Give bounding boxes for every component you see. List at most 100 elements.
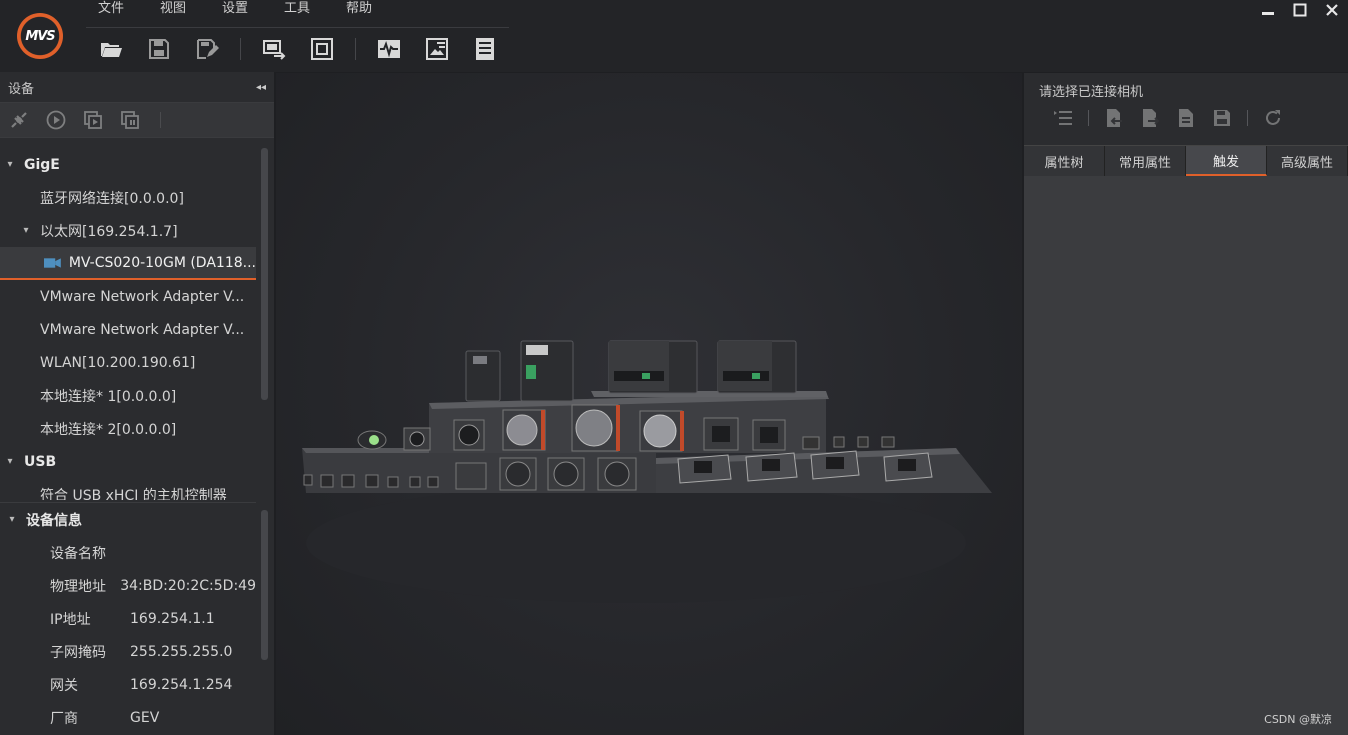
info-row-mac: 物理地址 34:BD:20:2C:5D:49 — [0, 569, 256, 602]
tree-label: 蓝牙网络连接[0.0.0.0] — [40, 190, 184, 207]
menu-bar: 文件 视图 设置 工具 帮助 — [80, 0, 390, 20]
waveform-icon[interactable] — [374, 34, 404, 64]
tree-label: USB — [24, 453, 57, 470]
maximize-icon[interactable] — [1284, 0, 1316, 20]
info-value: 255.255.255.0 — [130, 643, 233, 660]
image-info-icon[interactable] — [422, 34, 452, 64]
record-icon[interactable] — [82, 109, 104, 131]
device-info-title: 设备信息 — [26, 512, 82, 529]
menu-file[interactable]: 文件 — [80, 0, 142, 20]
property-panel-header: 请选择已连接相机 — [1024, 73, 1348, 145]
toolbar-separator — [160, 112, 161, 128]
property-panel-title: 请选择已连接相机 — [1039, 85, 1144, 100]
tab-advanced-properties[interactable]: 高级属性 — [1267, 146, 1348, 176]
tree-item-vmware-2[interactable]: VMware Network Adapter V... — [0, 313, 256, 346]
info-value: 169.254.1.254 — [130, 676, 233, 693]
display-switch-icon[interactable] — [259, 34, 289, 64]
tree-item-usb-controller[interactable]: 符合 USB xHCI 的主机控制器 — [0, 478, 256, 501]
title-bar: MVS 文件 视图 设置 工具 帮助 — [0, 0, 1348, 72]
info-row-ip: IP地址 169.254.1.1 — [0, 602, 256, 635]
info-value: GEV — [130, 709, 160, 726]
import-icon[interactable] — [1103, 107, 1125, 129]
chevron-down-icon[interactable]: ▾ — [4, 159, 16, 170]
info-row-subnet: 子网掩码 255.255.255.0 — [0, 635, 256, 668]
fullscreen-icon[interactable] — [307, 34, 337, 64]
tree-label: MV-CS020-10GM (DA118... — [68, 254, 256, 271]
device-panel: 设备 ◂◂ ▾ GigE 蓝牙网络连接[0.0.0.0] ▾ 以太网[169.2… — [0, 72, 274, 735]
device-tree: ▾ GigE 蓝牙网络连接[0.0.0.0] ▾ 以太网[169.254.1.7… — [0, 148, 256, 500]
tree-list-icon[interactable] — [1052, 107, 1074, 129]
tree-label: GigE — [24, 156, 60, 173]
snapshot-icon[interactable] — [119, 109, 141, 131]
info-value: 169.254.1.1 — [130, 610, 215, 627]
menu-tools[interactable]: 工具 — [266, 0, 328, 20]
property-toolbar — [1052, 107, 1298, 129]
image-display-area[interactable] — [276, 73, 1022, 735]
tree-label: 以太网[169.254.1.7] — [40, 223, 178, 240]
chevron-down-icon[interactable]: ▾ — [6, 514, 18, 525]
save-as-icon[interactable] — [192, 34, 222, 64]
info-row-device-name: 设备名称 — [0, 536, 256, 569]
open-folder-icon[interactable] — [96, 34, 126, 64]
save-icon[interactable] — [144, 34, 174, 64]
chevron-down-icon[interactable]: ▾ — [4, 456, 16, 467]
menu-divider — [86, 27, 509, 28]
property-tabs: 属性树 常用属性 触发 高级属性 — [1024, 145, 1348, 176]
chevron-down-icon[interactable]: ▾ — [20, 225, 32, 236]
device-info-section: ▾ 设备信息 设备名称 物理地址 34:BD:20:2C:5D:49 IP地址 … — [0, 502, 256, 735]
menu-settings[interactable]: 设置 — [204, 0, 266, 20]
minimize-icon[interactable] — [1252, 0, 1284, 20]
file-icon[interactable] — [1175, 107, 1197, 129]
info-value: 34:BD:20:2C:5D:49 — [120, 577, 256, 594]
device-tree-scrollbar[interactable] — [261, 148, 268, 400]
play-icon[interactable] — [45, 109, 67, 131]
device-panel-header: 设备 ◂◂ — [0, 72, 274, 102]
device-toolbar — [0, 102, 274, 138]
tree-label: VMware Network Adapter V... — [40, 321, 245, 338]
device-panel-title: 设备 — [8, 81, 35, 97]
refresh-icon[interactable] — [1262, 107, 1284, 129]
close-icon[interactable] — [1316, 0, 1348, 20]
tab-property-tree[interactable]: 属性树 — [1024, 146, 1105, 176]
tree-item-wlan[interactable]: WLAN[10.200.190.61] — [0, 346, 256, 379]
toolbar-separator — [1088, 110, 1089, 126]
tree-item-local-1[interactable]: 本地连接* 1[0.0.0.0] — [0, 379, 256, 412]
watermark-text: CSDN @默凉 — [1264, 713, 1332, 726]
tree-label: 本地连接* 1[0.0.0.0] — [40, 388, 177, 405]
product-lineup-image — [302, 340, 992, 603]
save-icon[interactable] — [1211, 107, 1233, 129]
tree-item-bluetooth[interactable]: 蓝牙网络连接[0.0.0.0] — [0, 181, 256, 214]
tree-label: WLAN[10.200.190.61] — [40, 354, 196, 371]
camera-icon — [44, 257, 61, 268]
tree-group-gige[interactable]: ▾ GigE — [0, 148, 256, 181]
info-key: IP地址 — [50, 611, 91, 628]
tab-common-properties[interactable]: 常用属性 — [1105, 146, 1186, 176]
info-key: 网关 — [50, 677, 78, 694]
window-controls — [1252, 0, 1348, 20]
tree-label: VMware Network Adapter V... — [40, 288, 245, 305]
tree-item-camera[interactable]: MV-CS020-10GM (DA118... — [0, 247, 256, 280]
info-key: 物理地址 — [50, 578, 106, 595]
info-key: 子网掩码 — [50, 644, 106, 661]
toolbar-separator — [355, 38, 356, 60]
app-logo: MVS — [17, 13, 63, 59]
menu-view[interactable]: 视图 — [142, 0, 204, 20]
tree-group-usb[interactable]: ▾ USB — [0, 445, 256, 478]
tab-trigger[interactable]: 触发 — [1186, 146, 1267, 176]
device-info-header[interactable]: ▾ 设备信息 — [0, 503, 256, 536]
tree-label: 本地连接* 2[0.0.0.0] — [40, 421, 177, 438]
info-key: 厂商 — [50, 710, 78, 727]
toolbar-separator — [1247, 110, 1248, 126]
info-row-gateway: 网关 169.254.1.254 — [0, 668, 256, 701]
menu-help[interactable]: 帮助 — [328, 0, 390, 20]
connect-icon[interactable] — [8, 109, 30, 131]
export-icon[interactable] — [1139, 107, 1161, 129]
tree-item-ethernet[interactable]: ▾ 以太网[169.254.1.7] — [0, 214, 256, 247]
tree-item-vmware-1[interactable]: VMware Network Adapter V... — [0, 280, 256, 313]
device-info-scrollbar[interactable] — [261, 510, 268, 660]
tree-item-local-2[interactable]: 本地连接* 2[0.0.0.0] — [0, 412, 256, 445]
tree-label: 符合 USB xHCI 的主机控制器 — [40, 487, 227, 501]
toolbar-separator — [240, 38, 241, 60]
list-icon[interactable] — [470, 34, 500, 64]
collapse-panel-icon[interactable]: ◂◂ — [256, 82, 266, 93]
